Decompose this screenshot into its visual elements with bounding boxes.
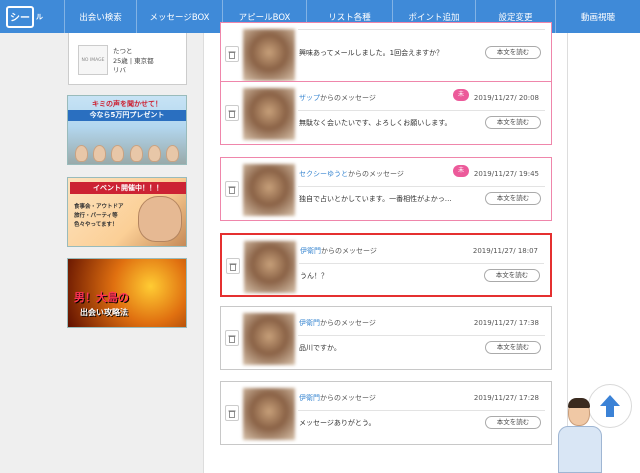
logo-sub: ル [36, 12, 43, 21]
column-divider [203, 33, 204, 473]
message-snippet: 無駄なく会いたいです、よろしくお願いします。 [299, 119, 452, 127]
message-snippet: 興味あってメールしました。1回会えますか？ [299, 49, 444, 57]
message-from: 伊衛門からのメッセージ [300, 246, 377, 256]
nav-search[interactable]: 出会い検索 [64, 0, 136, 33]
profile-extra: リバ [113, 66, 126, 74]
trash-icon[interactable] [225, 405, 239, 421]
sender-avatar[interactable] [243, 88, 295, 140]
mascot-hair [568, 398, 590, 408]
message-from: 伊衛門からのメッセージ [299, 393, 376, 403]
message-separator [298, 29, 545, 30]
scroll-top-button[interactable] [588, 384, 632, 428]
message-item[interactable]: 伊衛門からのメッセージ 2019/11/27/ 17:28 メッセージありがとう… [220, 381, 552, 445]
read-message-button[interactable]: 本文を読む [485, 192, 541, 205]
read-message-button[interactable]: 本文を読む [485, 116, 541, 129]
message-separator [298, 335, 545, 336]
banner-present-line2: 今なら5万円プレゼント [68, 110, 186, 121]
sender-avatar[interactable] [243, 29, 295, 81]
banner-event[interactable]: イベント開催中！！！ 食事会・アウトドア 旅行・パーティ等 色々やってます！ [67, 177, 187, 247]
from-suffix: からのメッセージ [321, 247, 377, 255]
nav-message-box[interactable]: メッセージBOX [136, 0, 222, 33]
profile-card[interactable]: NO IMAGE たつと 25歳 | 東京都 リバ [68, 33, 187, 85]
message-date: 2019/11/27/ 17:28 [473, 394, 539, 402]
profile-name: たつと [113, 47, 133, 55]
message-separator [298, 110, 545, 111]
message-snippet: メッセージありがとう。 [299, 419, 376, 427]
sender-name-link[interactable]: 伊衛門 [300, 247, 321, 255]
banner-event-sub1: 食事会・アウトドア [74, 204, 124, 210]
banner-guide-sub: 出会い攻略法 [80, 308, 128, 317]
banner-event-face [138, 196, 182, 242]
message-item[interactable]: 興味あってメールしました。1回会えますか？ 本文を読む [220, 22, 552, 86]
sender-name-link[interactable]: セクシーゆうと [299, 170, 348, 178]
trash-icon[interactable] [225, 105, 239, 121]
from-suffix: からのメッセージ [320, 94, 376, 102]
trash-icon[interactable] [226, 258, 240, 274]
trash-icon[interactable] [225, 181, 239, 197]
banner-guide-title: 男！大島の [74, 291, 129, 304]
site-logo[interactable]: シー ル [0, 0, 64, 33]
sender-avatar[interactable] [244, 241, 296, 293]
sender-avatar[interactable] [243, 164, 295, 216]
banner-event-sub2: 旅行・パーティ等 [74, 213, 118, 219]
message-date: 2019/11/27/ 19:45 [473, 170, 539, 178]
from-suffix: からのメッセージ [320, 319, 376, 327]
avatar-placeholder: NO IMAGE [78, 45, 108, 75]
banner-present[interactable]: キミの声を聞かせて！ 今なら5万円プレゼント [67, 95, 187, 165]
banner-guide[interactable]: 男！大島の 出会い攻略法 [67, 258, 187, 328]
logo-mark: シー [6, 5, 34, 28]
message-separator [298, 410, 545, 411]
sender-name-link[interactable]: ザップ [299, 94, 320, 102]
message-from: 伊衛門からのメッセージ [299, 318, 376, 328]
message-snippet: うん！？ [300, 272, 328, 280]
sender-avatar[interactable] [243, 388, 295, 440]
read-message-button[interactable]: 本文を読む [485, 46, 541, 59]
read-message-button[interactable]: 本文を読む [485, 416, 541, 429]
nav-videos[interactable]: 動画視聴 [555, 0, 640, 33]
message-from: ザップからのメッセージ [299, 93, 376, 103]
message-date: 2019/11/27/ 18:07 [472, 247, 538, 255]
message-item-selected[interactable]: 伊衛門からのメッセージ 2019/11/27/ 18:07 うん！？ 本文を読む [220, 233, 552, 297]
message-item[interactable]: 伊衛門からのメッセージ 2019/11/27/ 17:38 品川ですか。 本文を… [220, 306, 552, 370]
message-snippet: 品川ですか。 [299, 344, 341, 352]
helper-mascot [548, 378, 640, 473]
message-separator [299, 263, 544, 264]
unread-badge: 未 [453, 165, 469, 177]
banner-event-sub3: 色々やってます！ [74, 222, 118, 228]
sender-avatar[interactable] [243, 313, 295, 365]
message-date: 2019/11/27/ 17:38 [473, 319, 539, 327]
sender-name-link[interactable]: 伊衛門 [299, 394, 320, 402]
message-item[interactable]: セクシーゆうとからのメッセージ 未 2019/11/27/ 19:45 独自で占… [220, 157, 552, 221]
trash-icon[interactable] [225, 330, 239, 346]
unread-badge: 未 [453, 89, 469, 101]
mascot-body [558, 426, 602, 473]
banner-present-faces [72, 128, 182, 162]
arrow-up-icon [600, 395, 620, 417]
message-snippet: 独自で占いとかしています。一番相性がよかっ… [299, 195, 452, 203]
message-date: 2019/11/27/ 20:08 [473, 94, 539, 102]
read-message-button[interactable]: 本文を読む [484, 269, 540, 282]
trash-icon[interactable] [225, 46, 239, 62]
sender-name-link[interactable]: 伊衛門 [299, 319, 320, 327]
from-suffix: からのメッセージ [348, 170, 404, 178]
from-suffix: からのメッセージ [320, 394, 376, 402]
message-from: セクシーゆうとからのメッセージ [299, 169, 404, 179]
banner-event-title: イベント開催中！！！ [70, 182, 186, 194]
read-message-button[interactable]: 本文を読む [485, 341, 541, 354]
message-item[interactable]: ザップからのメッセージ 未 2019/11/27/ 20:08 無駄なく会いたい… [220, 81, 552, 145]
banner-present-line1: キミの声を聞かせて！ [92, 100, 162, 108]
message-separator [298, 186, 545, 187]
